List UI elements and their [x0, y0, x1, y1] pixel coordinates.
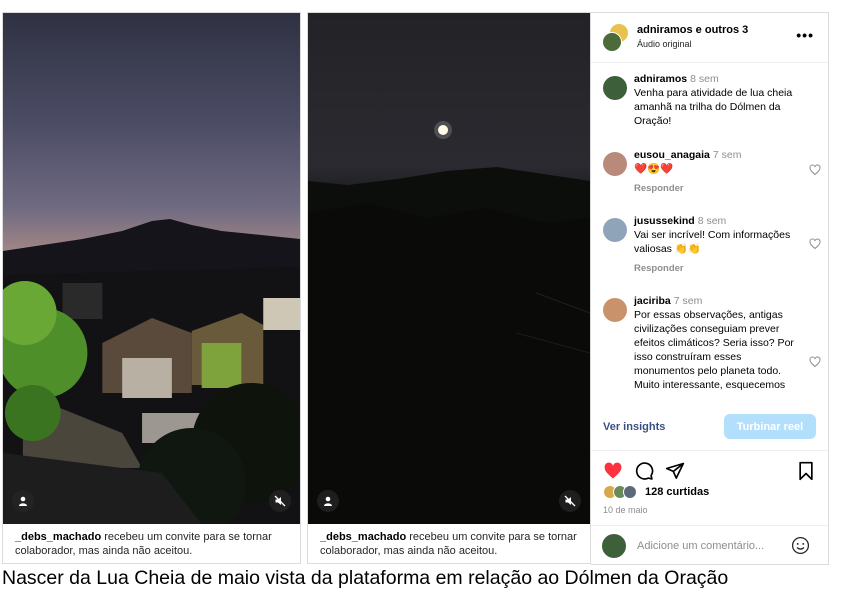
likes-count[interactable]: 128 curtidas	[645, 486, 709, 498]
bookmark-icon[interactable]	[796, 461, 816, 481]
collab-username[interactable]: _debs_machado	[320, 531, 406, 543]
tagged-users-button[interactable]	[317, 490, 339, 512]
comment-time: 8 sem	[690, 73, 719, 85]
avatar	[602, 534, 626, 558]
moonrise-landscape-image	[308, 121, 590, 524]
reel-panel-1: _debs_machado recebeu um convite para se…	[2, 12, 301, 564]
heart-filled-icon[interactable]	[603, 461, 623, 481]
more-options-icon[interactable]: •••	[796, 27, 814, 43]
mute-button[interactable]	[269, 490, 291, 512]
collab-username[interactable]: _debs_machado	[15, 531, 101, 543]
comment-username[interactable]: jaciriba	[634, 295, 671, 307]
comment-username[interactable]: adniramos	[634, 73, 687, 85]
audio-label[interactable]: Áudio original	[637, 39, 692, 49]
post-authors[interactable]: adniramos e outros 3	[637, 24, 748, 36]
mute-button[interactable]	[559, 490, 581, 512]
comment-time: 7 sem	[673, 295, 703, 307]
comment-time: 8 sem	[697, 215, 727, 227]
avatar	[623, 485, 637, 499]
comment-text: Por essas observações, antigas civilizaç…	[634, 309, 794, 391]
reel-video-sunset[interactable]	[3, 13, 300, 524]
collab-invite-notice: _debs_machado recebeu um convite para se…	[320, 530, 580, 558]
avatar[interactable]	[603, 152, 627, 176]
comment-text: Venha para atividade de lua cheia amanhã…	[634, 87, 793, 127]
reel-video-moon[interactable]	[308, 13, 590, 524]
comment-text: Vai ser incrível! Com informações valios…	[634, 229, 791, 255]
avatar[interactable]	[603, 218, 627, 242]
reply-button[interactable]: Responder	[634, 182, 794, 196]
collab-avatars[interactable]	[602, 24, 630, 52]
avatar[interactable]	[603, 76, 627, 100]
boost-reel-button[interactable]: Turbinar reel	[724, 414, 816, 439]
reel-panel-2: _debs_machado recebeu um convite para se…	[307, 12, 591, 564]
share-icon[interactable]	[665, 461, 685, 481]
comment-text: ❤️😍❤️	[634, 163, 674, 175]
muted-speaker-icon	[564, 495, 576, 507]
comment-icon[interactable]	[634, 461, 654, 481]
sunset-landscape-image	[3, 219, 300, 524]
comment-input[interactable]: Adicione um comentário...	[637, 540, 764, 552]
view-insights-link[interactable]: Ver insights	[603, 421, 665, 433]
user-icon	[19, 496, 27, 506]
tagged-users-button[interactable]	[12, 490, 34, 512]
post-side-panel: adniramos e outros 3 Áudio original ••• …	[591, 12, 829, 565]
heart-outline-icon[interactable]	[809, 238, 821, 250]
comment-username[interactable]: eusou_anagaia	[634, 149, 710, 161]
figure-caption: Nascer da Lua Cheia de maio vista da pla…	[2, 567, 729, 589]
post-header: adniramos e outros 3 Áudio original •••	[591, 13, 828, 63]
avatar	[602, 32, 622, 52]
avatar[interactable]	[603, 298, 627, 322]
comment-time: 7 sem	[712, 149, 742, 161]
insights-bar: Ver insights Turbinar reel	[591, 405, 828, 451]
comment-username[interactable]: jusussekind	[634, 215, 695, 227]
comments-list[interactable]: adniramos 8 sem Venha para atividade de l…	[591, 64, 828, 404]
post-actions	[591, 453, 828, 489]
heart-outline-icon[interactable]	[809, 164, 821, 176]
collab-invite-notice: _debs_machado recebeu um convite para se…	[15, 530, 290, 558]
emoji-icon[interactable]	[791, 536, 810, 555]
add-comment-bar: Adicione um comentário...	[591, 525, 828, 566]
heart-outline-icon[interactable]	[809, 356, 821, 368]
muted-speaker-icon	[274, 495, 286, 507]
reply-button[interactable]: Responder	[634, 262, 794, 276]
user-icon	[324, 496, 332, 506]
post-date: 10 de maio	[603, 505, 648, 515]
